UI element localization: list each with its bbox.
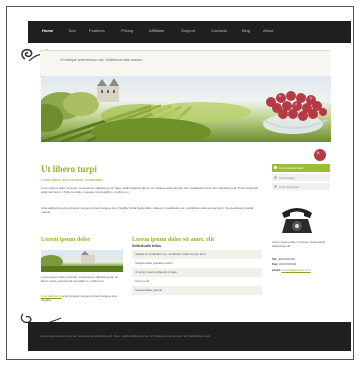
list-item: Ut amet mauris pharetra ornare	[132, 268, 262, 277]
email-label: email:	[272, 268, 281, 272]
email-link[interactable]: contact@domain.com	[282, 268, 311, 272]
sidebar-item-label: Consectetur	[279, 176, 296, 180]
list-item: Aliquet id vestibulum ac, vestibulum ull…	[132, 250, 262, 259]
header-tagline: Ut tristique amet tempor nisl. Vestibulu…	[60, 58, 143, 62]
nav-item-pricing[interactable]: Pricing	[121, 28, 133, 33]
sidebar-item-label: Proin imperdiet	[279, 185, 300, 189]
right-column-title: Lorem ipsum dolor sit amet, elit	[132, 237, 215, 243]
list-item: Suspendisse potenti	[132, 286, 262, 295]
list-item: Cras ut elit	[135, 279, 150, 283]
main-paragraph-2: Cras adipiscing ante a ligula congue id …	[41, 206, 254, 214]
tel-label: Tel:	[272, 257, 278, 261]
main-paragraph-1: Lorem ipsum dolor sit amet, consectetur …	[41, 186, 259, 194]
nav-item-blog[interactable]: Blog	[242, 28, 250, 33]
main-subtitle: Lorem ipsum dolor sit amet, consectetur	[41, 178, 104, 182]
sidebar-item-1[interactable]: Lorem ipsum dolor	[272, 164, 330, 172]
left-column-image	[41, 250, 123, 272]
bullet-icon	[274, 185, 277, 188]
nav-item-home[interactable]: Home	[42, 28, 53, 33]
left-column-text: Lorem ipsum dolor sit amet, consectetur …	[41, 275, 118, 283]
landscape-thumbnail-icon	[41, 251, 123, 272]
nav-item-about[interactable]: About	[263, 28, 273, 33]
top-nav: Home Tour Features Pricing Affiliates Su…	[28, 21, 351, 43]
header-strip: Ut tristique amet tempor nisl. Vestibulu…	[40, 50, 330, 77]
tel-line: Tel: (000)000000	[272, 257, 295, 261]
sidebar-contact-text: Lorem ipsum dolor sit amet, consectetur …	[272, 240, 326, 248]
bullet-icon	[274, 166, 277, 169]
tel-value: (000)000000	[277, 257, 295, 261]
fax-label: Fax:	[272, 262, 279, 266]
sidebar-item-label: Lorem ipsum dolor	[279, 166, 304, 170]
hero-image	[41, 76, 331, 142]
main-title: Ut libero turpi	[41, 164, 97, 174]
fax-value: (000)000000	[279, 262, 297, 266]
right-column-list: Aliquet id vestibulum ac, vestibulum ull…	[132, 250, 262, 295]
telephone-icon	[282, 208, 312, 233]
sidebar-item-3[interactable]: Proin imperdiet	[272, 182, 330, 190]
sidebar-item-2[interactable]: Consectetur	[272, 173, 330, 181]
nav-item-support[interactable]: Support	[181, 28, 195, 33]
vineyard-scene-icon	[41, 78, 328, 142]
nav-item-tour[interactable]: Tour	[68, 28, 76, 33]
footer: Lorem ipsum dolor sit amet, consectetur …	[28, 322, 351, 351]
nav-item-features[interactable]: Features	[89, 28, 105, 33]
grape-badge-icon	[314, 149, 326, 161]
nav-item-affiliates[interactable]: Affiliates	[149, 28, 164, 33]
bullet-icon	[274, 176, 277, 179]
left-column-link-text: Cras adipiscing ante a ligula congue id …	[41, 294, 123, 302]
nav-item-contacts[interactable]: Contacts	[211, 28, 227, 33]
email-line: email: contact@domain.com	[272, 268, 311, 272]
fax-line: Fax: (000)000000	[272, 262, 296, 266]
footer-text: Lorem ipsum dolor sit amet, consectetur …	[40, 334, 212, 338]
left-column-title: Lorem ipsum dolor	[41, 237, 91, 243]
right-column-subtitle: Sollicitudin tellus	[132, 244, 161, 248]
list-item: Suspendisse gravida mauris	[135, 261, 173, 265]
